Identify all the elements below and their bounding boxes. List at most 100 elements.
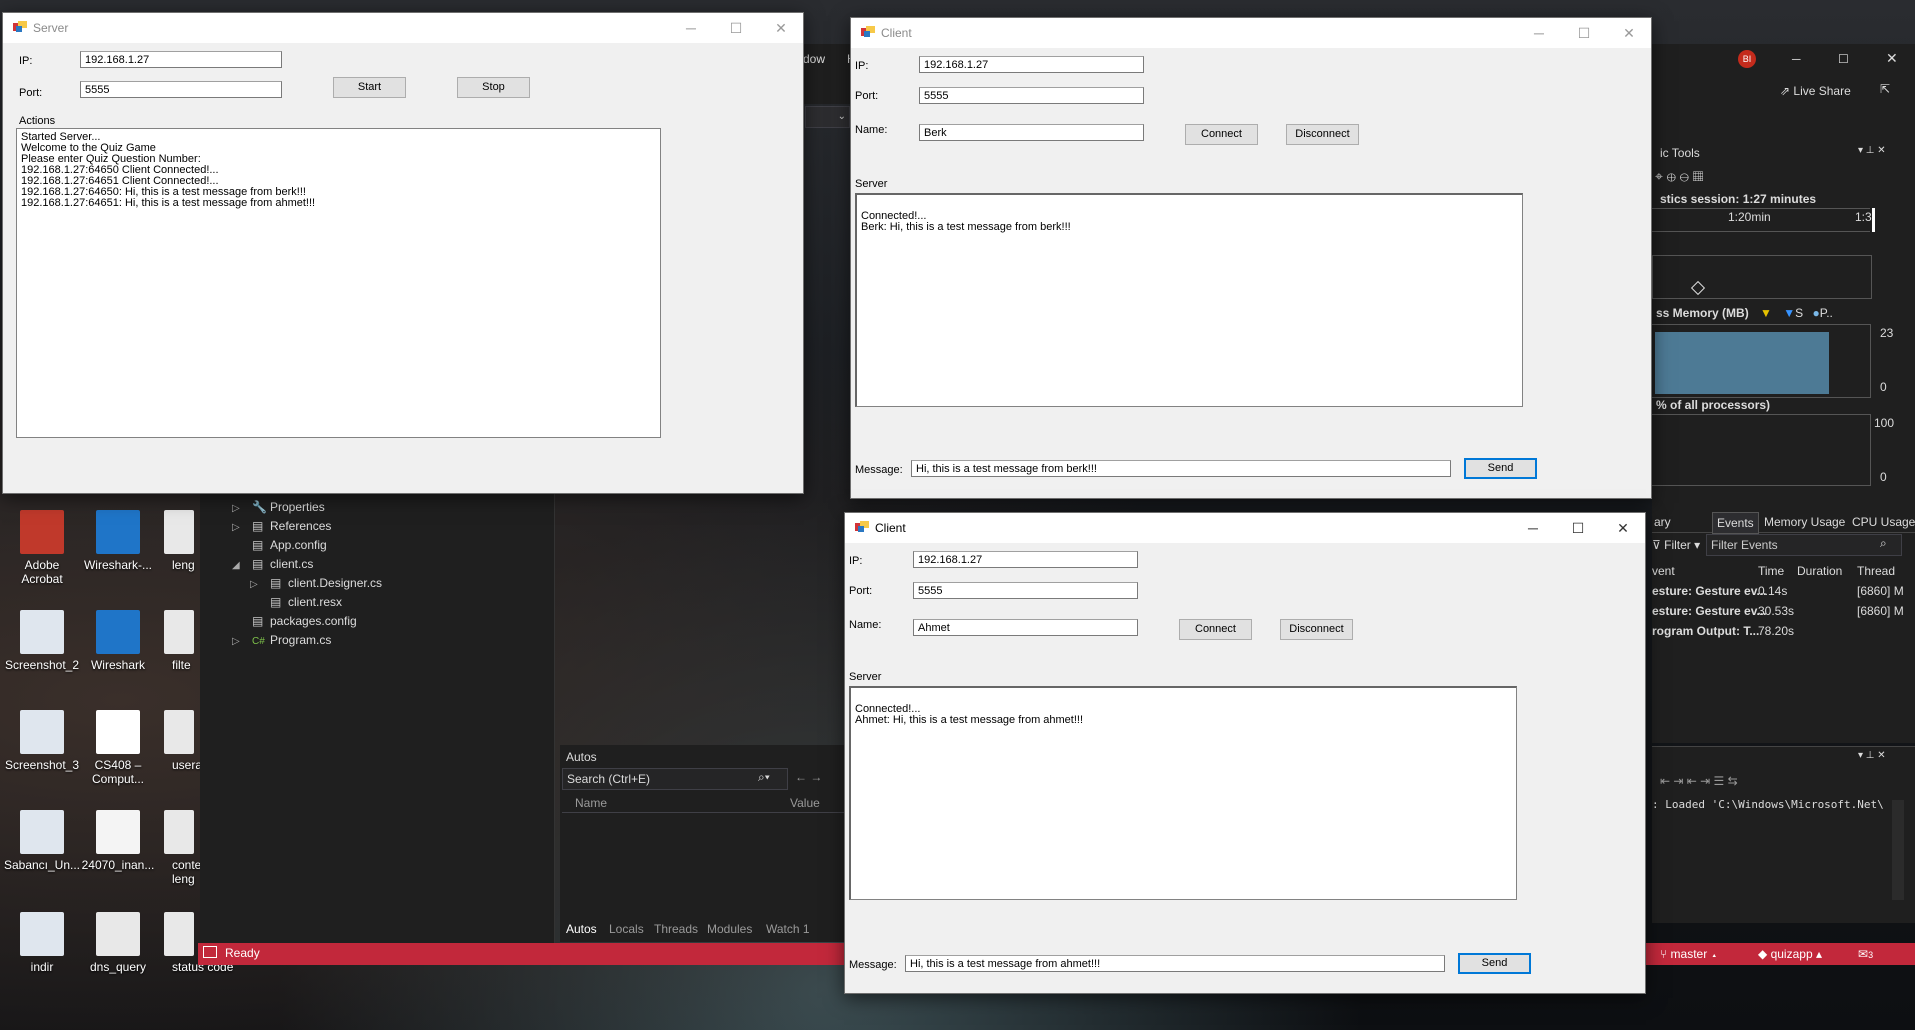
client2-titlebar[interactable]: Client ─ ☐ ✕ [845,513,1645,543]
solution-item[interactable]: ▤ packages.config [232,614,357,628]
feedback-icon[interactable]: ⇱ [1880,82,1890,96]
server-titlebar[interactable]: Server ─ ☐ ✕ [3,13,803,43]
event-name[interactable]: esture: Gesture ev... [1652,584,1767,598]
desktop-icon[interactable]: CS408 – Comput... [76,710,160,786]
ide-dropdown[interactable]: ⌄ [805,106,850,128]
expand-chevron-icon[interactable]: ▷ [250,579,270,590]
solution-item[interactable]: ▷ C# Program.cs [232,633,331,647]
events-col-thread[interactable]: Thread [1857,564,1895,578]
autos-tab[interactable]: Locals [609,922,644,936]
autos-nav-icons[interactable]: ← → [795,770,822,784]
ide-maximize-button[interactable]: ☐ [1838,52,1849,66]
close-button[interactable]: ✕ [1600,513,1646,543]
maximize-button[interactable]: ☐ [1555,513,1601,543]
autos-col-name[interactable]: Name [575,796,607,810]
desktop-icon[interactable]: Screenshot_2 [0,610,84,672]
disconnect-button[interactable]: Disconnect [1286,124,1359,145]
ip-input[interactable]: 192.168.1.27 [80,51,282,68]
desktop-icon[interactable]: Wireshark-... [76,510,160,572]
events-col-duration[interactable]: Duration [1797,564,1842,578]
desktop-icon[interactable]: Wireshark [76,610,160,672]
port-input[interactable]: 5555 [913,582,1138,599]
app-icon [861,26,875,37]
ide-close-button[interactable]: ✕ [1886,50,1898,67]
desktop-icon[interactable]: Screenshot_3 [0,710,84,772]
timeline-cursor[interactable] [1872,208,1875,232]
zoom-in-icon[interactable]: ⌖ ⊕ ⊖ ▦ [1655,168,1703,185]
tab-memory-usage[interactable]: Memory Usage [1764,515,1845,529]
solution-item[interactable]: ▷ ▤ References [232,519,331,533]
panel-pin-icon[interactable]: ▾ ⊥ ✕ [1858,145,1886,156]
ip-input[interactable]: 192.168.1.27 [919,56,1144,73]
desktop-icon[interactable]: indir [0,912,84,974]
autos-tab[interactable]: Threads [654,922,698,936]
output-text: : Loaded 'C:\Windows\Microsoft.Net\ [1652,798,1884,811]
send-button[interactable]: Send [1458,953,1531,974]
autos-col-value[interactable]: Value [790,796,820,810]
server-messages-log[interactable]: Connected!... Ahmet: Hi, this is a test m… [849,686,1517,900]
git-branch[interactable]: ⑂ master ▴ [1660,947,1718,961]
event-thread: [6860] M [1857,604,1904,618]
events-col-event[interactable]: vent [1652,564,1675,578]
solution-item[interactable]: ▤ App.config [232,538,327,552]
desktop-icon[interactable]: 24070_inan... [76,810,160,872]
close-button[interactable]: ✕ [1606,18,1652,48]
output-toolbar[interactable]: ⇤ ⇥ ⇤ ⇥ ☰ ⇆ [1660,774,1738,788]
minimize-button[interactable]: ─ [1510,513,1556,543]
send-button[interactable]: Send [1464,458,1537,479]
solution-item[interactable]: ▤ client.resx [250,595,342,609]
name-input[interactable]: Berk [919,124,1144,141]
filter-dropdown[interactable]: ⊽ Filter ▾ [1652,538,1700,552]
expand-chevron-icon[interactable]: ▷ [232,503,252,514]
desktop-icon[interactable]: Adobe Acrobat [0,510,84,586]
ide-minimize-button[interactable]: ─ [1792,52,1801,66]
minimize-button[interactable]: ─ [668,13,714,43]
desktop-icon[interactable]: Sabancı_Un... [0,810,84,872]
desktop-icon[interactable]: dns_query [76,912,160,974]
filter-search-icon[interactable]: ⌕ [1880,536,1887,551]
autos-tab[interactable]: Modules [707,922,752,936]
close-button[interactable]: ✕ [758,13,804,43]
disconnect-button[interactable]: Disconnect [1280,619,1353,640]
maximize-button[interactable]: ☐ [713,13,759,43]
event-name[interactable]: rogram Output: T... [1652,624,1759,638]
expand-chevron-icon[interactable]: ▷ [232,522,252,533]
account-badge[interactable]: BI [1738,50,1756,68]
expand-chevron-icon[interactable]: ▷ [232,636,252,647]
autos-tab[interactable]: Autos [566,922,597,936]
tab-summary[interactable]: ary [1654,515,1671,529]
client1-titlebar[interactable]: Client ─ ☐ ✕ [851,18,1651,48]
connect-button[interactable]: Connect [1179,619,1252,640]
event-name[interactable]: esture: Gesture ev... [1652,604,1767,618]
ip-input[interactable]: 192.168.1.27 [913,551,1138,568]
output-panel-controls[interactable]: ▾ ⊥ ✕ [1858,750,1886,761]
message-input[interactable]: Hi, this is a test message from berk!!! [911,460,1451,477]
server-messages-log[interactable]: Connected!... Berk: Hi, this is a test me… [855,193,1523,407]
tab-cpu-usage[interactable]: CPU Usage [1852,515,1915,529]
solution-item[interactable]: ▷ ▤ client.Designer.cs [250,576,382,590]
notifications-icon[interactable]: ✉3 [1858,947,1873,961]
live-share-button[interactable]: ⇗ Live Share [1780,84,1851,98]
menu-window[interactable]: dow [803,52,825,66]
git-repo[interactable]: ◆ quizapp ▴ [1758,947,1822,961]
minimize-button[interactable]: ─ [1516,18,1562,48]
connect-button[interactable]: Connect [1185,124,1258,145]
expand-chevron-icon[interactable]: ◢ [232,560,252,571]
port-input[interactable]: 5555 [80,81,282,98]
output-scrollbar[interactable] [1892,800,1904,900]
stop-button[interactable]: Stop [457,77,530,98]
output-panel [1652,746,1915,923]
actions-log[interactable]: Started Server... Welcome to the Quiz Gam… [16,128,661,438]
solution-item[interactable]: ▷ 🔧 Properties [232,500,325,514]
autos-search-icon[interactable]: ⌕▾ [758,770,770,785]
name-input[interactable]: Ahmet [913,619,1138,636]
events-col-time[interactable]: Time [1758,564,1784,578]
message-input[interactable]: Hi, this is a test message from ahmet!!! [905,955,1445,972]
image-icon [20,810,64,854]
tab-events[interactable]: Events [1712,512,1759,534]
solution-item[interactable]: ◢ ▤ client.cs [232,557,313,571]
port-input[interactable]: 5555 [919,87,1144,104]
maximize-button[interactable]: ☐ [1561,18,1607,48]
start-button[interactable]: Start [333,77,406,98]
autos-tab[interactable]: Watch 1 [766,922,810,936]
